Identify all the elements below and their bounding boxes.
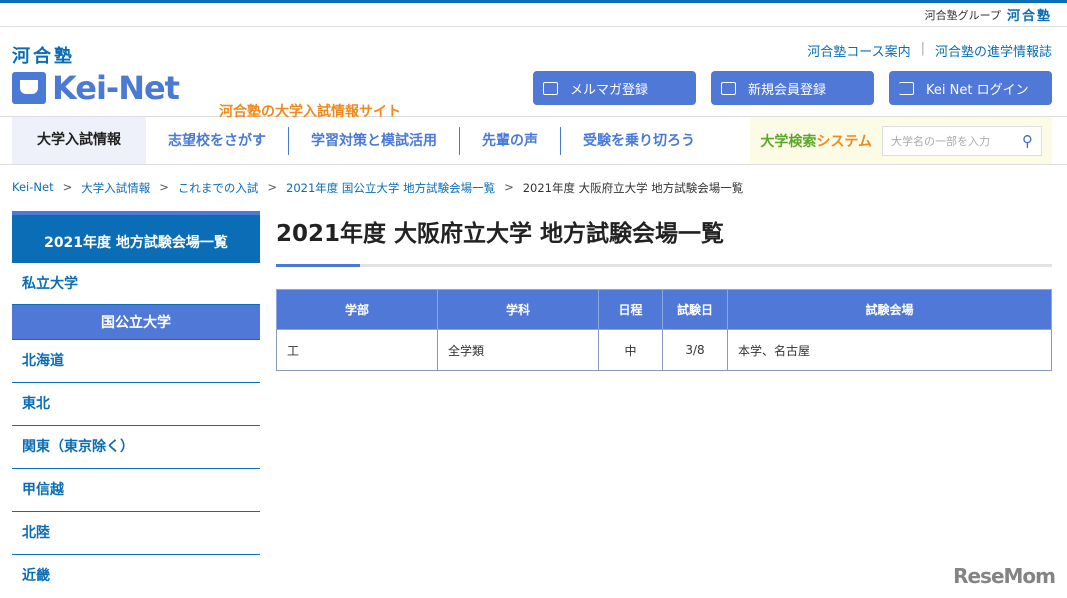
register-button[interactable]: 新規会員登録 [711, 71, 874, 105]
col-date: 試験日 [662, 289, 728, 330]
system-b: システム [816, 133, 872, 150]
header-buttons: メルマガ登録 新規会員登録 Kei Net ログイン [533, 71, 1052, 105]
search-icon[interactable]: ⚲ [1022, 132, 1033, 150]
breadcrumb: Kei-Net > 大学入試情報 > これまでの入試 > 2021年度 国公立大学 地… [12, 180, 743, 196]
sidebar-item-kinki[interactable]: 近畿 [12, 555, 260, 598]
group-label: 河合塾グループ [924, 8, 1001, 22]
top-links: 河合塾コース案内 | 河合塾の進学情報誌 [807, 41, 1052, 60]
table-row: 工 全学類 中 3/8 本学、名古屋 [276, 329, 1052, 371]
crumb-current: 2021年度 大阪府立大学 地方試験会場一覧 [522, 181, 744, 195]
system-a: 大学検索 [760, 133, 817, 150]
table-header: 学部 学科 日程 試験日 試験会場 [276, 289, 1052, 330]
col-department: 学科 [437, 289, 599, 330]
col-schedule: 日程 [598, 289, 663, 330]
header: 河合塾 Kei-Net 河合塾の大学入試情報サイト 河合塾コース案内 | 河合塾… [0, 27, 1067, 120]
resemom-watermark: ReseMom [953, 564, 1056, 588]
login-icon [899, 81, 914, 95]
nav-get-through[interactable]: 受験を乗り切ろう [561, 127, 717, 155]
crumb-public-list[interactable]: 2021年度 国公立大学 地方試験会場一覧 [286, 180, 495, 196]
chevron-right-icon: > [159, 180, 169, 194]
mail-icon [543, 81, 558, 95]
title-underline [276, 264, 1052, 267]
col-venue: 試験会場 [727, 289, 1052, 330]
nav-study[interactable]: 学習対策と模試活用 [289, 126, 460, 155]
nav-exam-info[interactable]: 大学入試情報 [12, 117, 146, 164]
logo-kei: Kei- [52, 69, 119, 107]
crumb-home[interactable]: Kei-Net [12, 180, 54, 196]
mailmag-button[interactable]: メルマガ登録 [533, 71, 696, 105]
nav-find-school[interactable]: 志望校をさがす [146, 126, 289, 155]
logo-net: Net [118, 69, 180, 107]
sidebar-item-kanto[interactable]: 関東（東京除く） [12, 426, 260, 469]
univ-search-input[interactable]: 大学名の一部を入力 ⚲ [882, 125, 1042, 156]
kawai-group-logo[interactable]: 河合塾 [1007, 5, 1052, 24]
page-title: 2021年度 大阪府立大学 地方試験会場一覧 [276, 221, 725, 247]
sidebar-item-koshinetsu[interactable]: 甲信越 [12, 469, 260, 512]
chevron-right-icon: > [267, 180, 277, 194]
user-icon [721, 81, 736, 95]
kawai-logo[interactable]: 河合塾 [12, 42, 75, 68]
login-button[interactable]: Kei Net ログイン [889, 71, 1052, 105]
sidebar-item-hokuriku[interactable]: 北陸 [12, 512, 260, 555]
sidebar-item-private[interactable]: 私立大学 [12, 263, 260, 304]
venue-table: 学部 学科 日程 試験日 試験会場 工 全学類 中 3/8 本学、名古屋 [276, 289, 1052, 371]
cell-date: 3/8 [662, 329, 728, 371]
cell-venue: 本学、名古屋 [727, 329, 1052, 371]
button-label: 新規会員登録 [748, 82, 827, 98]
sidebar-item-tohoku[interactable]: 東北 [12, 383, 260, 426]
main-content: 2021年度 大阪府立大学 地方試験会場一覧 学部 学科 日程 試験日 試験会場… [276, 211, 1052, 371]
main-nav: 大学入試情報 志望校をさがす 学習対策と模試活用 先輩の声 受験を乗り切ろう 大… [0, 117, 1067, 165]
magazine-link[interactable]: 河合塾の進学情報誌 [935, 41, 1052, 60]
button-label: Kei Net ログイン [926, 82, 1029, 98]
search-placeholder: 大学名の一部を入力 [891, 134, 990, 148]
sidebar: 2021年度 地方試験会場一覧 私立大学 国公立大学 北海道 東北 関東（東京除… [12, 211, 260, 598]
group-bar: 河合塾グループ 河合塾 [0, 3, 1067, 27]
col-faculty: 学部 [276, 289, 438, 330]
book-icon [12, 72, 46, 104]
sidebar-item-hokkaido[interactable]: 北海道 [12, 340, 260, 383]
sidebar-item-public[interactable]: 国公立大学 [12, 304, 260, 340]
cell-schedule: 中 [598, 329, 663, 371]
divider: | [920, 41, 925, 56]
crumb-past[interactable]: これまでの入試 [178, 180, 259, 196]
logo-text: Kei-Net [52, 69, 180, 107]
chevron-right-icon: > [504, 180, 514, 194]
cell-department: 全学類 [437, 329, 599, 371]
course-link[interactable]: 河合塾コース案内 [807, 41, 910, 60]
keinet-logo[interactable]: Kei-Net [12, 69, 180, 107]
crumb-exam-info[interactable]: 大学入試情報 [81, 180, 150, 196]
chevron-right-icon: > [62, 180, 73, 194]
univ-search-system: 大学検索システム 大学名の一部を入力 ⚲ [750, 117, 1052, 164]
button-label: メルマガ登録 [570, 82, 649, 98]
search-system-label[interactable]: 大学検索システム [760, 131, 872, 151]
cell-faculty: 工 [276, 329, 438, 371]
sidebar-title[interactable]: 2021年度 地方試験会場一覧 [12, 211, 260, 263]
tagline: 河合塾の大学入試情報サイト [219, 104, 401, 120]
nav-seniors[interactable]: 先輩の声 [460, 126, 561, 155]
